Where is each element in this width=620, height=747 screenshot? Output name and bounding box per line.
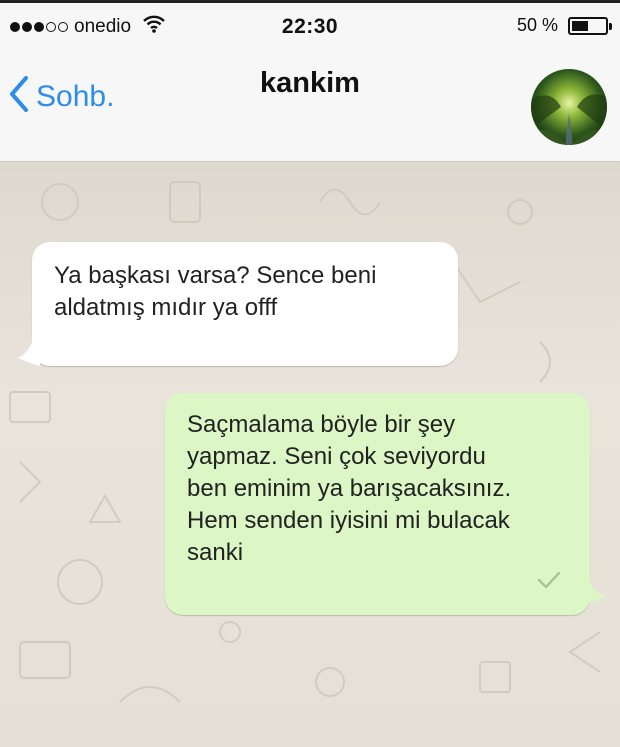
battery-percent: 50 % (516, 15, 558, 35)
incoming-message-text: Ya başkası varsa? Sence beni aldatmış mı… (54, 262, 377, 321)
contact-avatar[interactable] (531, 69, 607, 145)
chat-title: kankim (260, 67, 360, 99)
battery-fill (572, 20, 588, 31)
incoming-bubble-tail (18, 336, 40, 366)
check-icon (536, 567, 562, 599)
outgoing-message-text: Saçmalama böyle bir şey yapmaz. Seni çok… (187, 411, 512, 566)
chat-area[interactable]: Ya başkası varsa? Sence beni aldatmış mı… (0, 162, 620, 747)
status-bar: onedio 22:30 50 % (0, 3, 620, 49)
battery-icon (568, 16, 612, 35)
outgoing-bubble-tail (582, 580, 606, 604)
navigation-bar: Sohb. kankim (0, 49, 620, 162)
battery-tip (609, 22, 612, 30)
incoming-message-bubble[interactable]: Ya başkası varsa? Sence beni aldatmış mı… (32, 242, 458, 366)
status-right: 50 % (516, 15, 612, 36)
outgoing-message-bubble[interactable]: Saçmalama böyle bir şey yapmaz. Seni çok… (165, 393, 590, 615)
